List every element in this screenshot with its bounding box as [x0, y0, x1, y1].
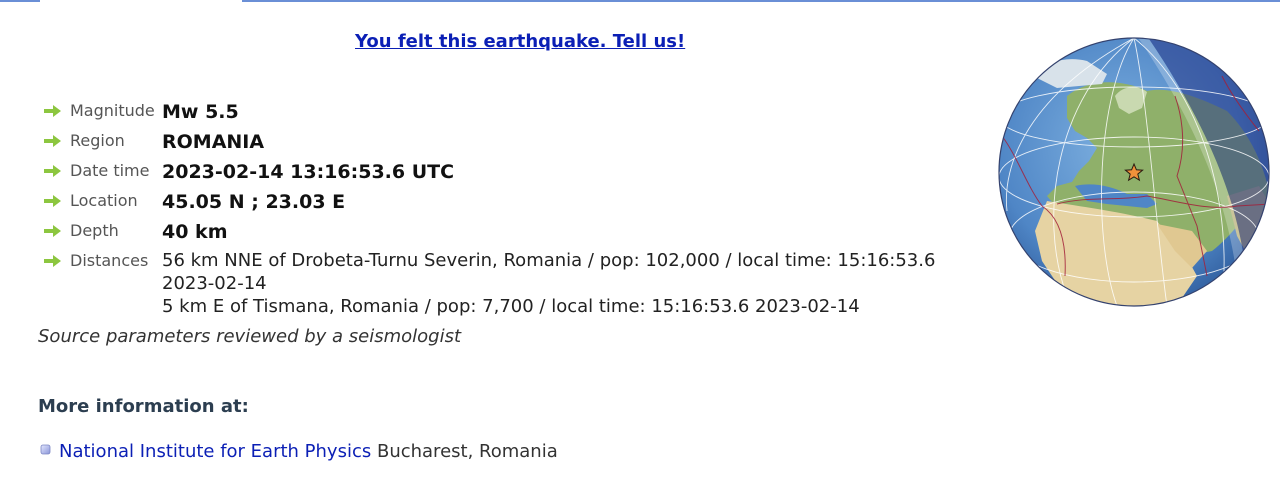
- more-info-heading: More information at:: [38, 396, 249, 417]
- region-value: ROMANIA: [162, 131, 265, 153]
- green-arrow-icon: [44, 255, 61, 267]
- param-row-location: Location 45.05 N ; 23.03 E: [44, 190, 974, 220]
- green-arrow-icon: [44, 195, 61, 207]
- param-label: Date time: [70, 161, 150, 180]
- param-label: Distances: [70, 251, 149, 270]
- distance-line: 2023-02-14: [162, 273, 267, 294]
- param-label: Magnitude: [70, 101, 155, 120]
- depth-value: 40 km: [162, 221, 228, 243]
- param-row-depth: Depth 40 km: [44, 220, 974, 250]
- location-value: 45.05 N ; 23.03 E: [162, 191, 346, 213]
- magnitude-value: Mw 5.5: [162, 101, 239, 123]
- tab-strip: [0, 0, 1280, 3]
- tab-active: [42, 0, 240, 2]
- institute-location: Bucharest, Romania: [376, 441, 558, 462]
- felt-report-link[interactable]: You felt this earthquake. Tell us!: [355, 31, 685, 52]
- tab-underline: [0, 0, 40, 2]
- param-label: Region: [70, 131, 125, 150]
- param-row-magnitude: Magnitude Mw 5.5: [44, 100, 974, 130]
- info-source-item: National Institute for Earth Physics Buc…: [40, 441, 558, 462]
- distances-value: 56 km NNE of Drobeta-Turnu Severin, Roma…: [162, 249, 972, 318]
- event-parameters: Magnitude Mw 5.5 Region ROMANIA Date tim…: [44, 100, 974, 320]
- bullet-icon: [40, 444, 51, 455]
- param-row-distances: Distances 56 km NNE of Drobeta-Turnu Sev…: [44, 250, 974, 320]
- green-arrow-icon: [44, 165, 61, 177]
- distance-line: 56 km NNE of Drobeta-Turnu Severin, Roma…: [162, 250, 936, 271]
- param-row-datetime: Date time 2023-02-14 13:16:53.6 UTC: [44, 160, 974, 190]
- datetime-value: 2023-02-14 13:16:53.6 UTC: [162, 161, 455, 183]
- globe-map: [998, 37, 1270, 307]
- param-row-region: Region ROMANIA: [44, 130, 974, 160]
- param-label: Depth: [70, 221, 119, 240]
- tab-underline: [242, 0, 1280, 2]
- distance-line: 5 km E of Tismana, Romania / pop: 7,700 …: [162, 296, 860, 317]
- institute-link[interactable]: National Institute for Earth Physics: [59, 441, 371, 462]
- green-arrow-icon: [44, 105, 61, 117]
- review-status: Source parameters reviewed by a seismolo…: [38, 326, 462, 347]
- green-arrow-icon: [44, 225, 61, 237]
- param-label: Location: [70, 191, 138, 210]
- green-arrow-icon: [44, 135, 61, 147]
